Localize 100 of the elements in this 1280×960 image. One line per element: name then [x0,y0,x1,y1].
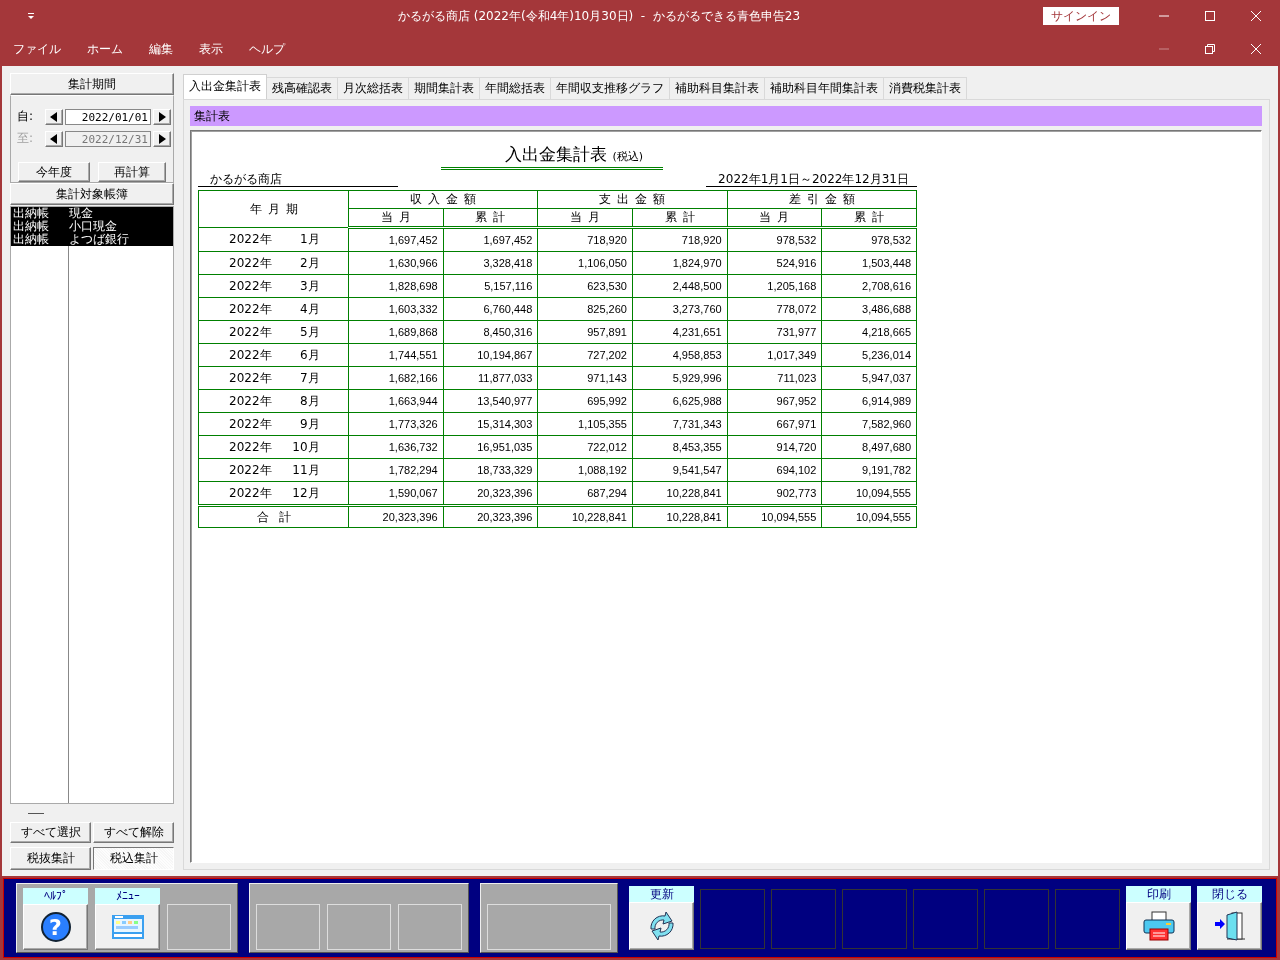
month-label: 4月 [298,300,320,318]
amount-cell: 10,094,555 [727,505,822,528]
select-button[interactable]: すべて選択 [10,822,91,843]
ledger-name: 現金 [69,207,93,220]
empty-key-slot [984,889,1049,949]
column-header: 当月 [727,208,822,228]
column-group-header: 差引金額 [727,190,917,209]
menu-item[interactable]: ホーム [74,40,136,58]
column-header: 累計 [821,208,917,228]
empty-key-slot [167,904,231,950]
close-icon[interactable] [1250,10,1262,22]
year-label: 2022年 [229,278,272,293]
amount-cell: 1,824,970 [632,251,728,275]
ledger-name: よつば銀行 [69,233,129,246]
company-name: かるがる商店 [198,172,398,187]
right-triangle-icon [158,111,166,122]
amount-cell: 4,218,665 [821,320,917,344]
tax-mode-toggle[interactable]: 税込集計 [93,847,174,870]
close-icon[interactable] [1250,43,1262,55]
exit-door-icon [1212,909,1247,943]
amount-cell: 1,106,050 [537,251,633,275]
empty-key-slot [256,904,320,950]
window-title: かるがる商店 (2022年(令和4年)10月30日) - かるがるできる青色申告23 [396,7,802,25]
section-bar: 集計表 [190,106,1262,126]
sign-in-button[interactable]: サインイン [1043,7,1119,25]
amount-cell: 694,102 [727,458,822,482]
year-label: 2022年 [229,347,272,362]
total-label: 合計 [198,505,349,528]
empty-key-slot [913,889,978,949]
amount-cell: 1,630,966 [348,251,444,275]
menu-item[interactable]: ヘルプ [236,40,298,58]
amount-cell: 10,194,867 [443,343,538,367]
amount-cell: 1,773,326 [348,412,444,436]
printer-icon [1141,910,1176,942]
next-button[interactable] [153,130,171,147]
menu-item[interactable]: ファイル [0,40,74,58]
left-triangle-icon [50,133,58,144]
amount-cell: 978,532 [727,227,822,252]
previous-button[interactable] [45,108,63,125]
date-label: 自: [16,108,35,125]
column-header: 年月期 [198,190,349,228]
amount-cell: 524,916 [727,251,822,275]
menu-item[interactable]: 編集 [136,40,186,58]
date-field[interactable]: 2022/01/01 [65,108,151,125]
menu-item[interactable]: 表示 [186,40,236,58]
amount-cell: 971,143 [537,366,633,390]
amount-cell: 1,697,452 [348,227,444,252]
amount-cell: 1,782,294 [348,458,444,482]
report-period: 2022年1月1日～2022年12月31日 [706,172,917,187]
date-field: 2022/12/31 [65,130,151,147]
ledger-row[interactable]: 出納帳 現金 [11,207,173,220]
period-button[interactable]: 今年度 [18,162,90,182]
amount-cell: 18,733,329 [443,458,538,482]
amount-cell: 6,760,448 [443,297,538,321]
amount-cell: 11,877,033 [443,366,538,390]
ledger-row[interactable]: 出納帳 小口現金 [11,220,173,233]
amount-cell: 711,023 [727,366,822,390]
month-label: 10月 [291,438,320,456]
amount-cell: 778,072 [727,297,822,321]
ledger-name: 小口現金 [69,220,117,233]
year-label: 2022年 [229,301,272,316]
period-header[interactable]: 集計期間 [10,73,174,95]
column-group-header: 収入金額 [348,190,538,209]
ledger-header[interactable]: 集計対象帳簿 [10,183,174,205]
year-label: 2022年 [229,416,272,431]
amount-cell: 731,977 [727,320,822,344]
amount-cell: 727,202 [537,343,633,367]
amount-cell: 3,273,760 [632,297,728,321]
restore-icon[interactable] [1204,43,1216,55]
amount-cell: 1,088,192 [537,458,633,482]
year-label: 2022年 [229,393,272,408]
amount-cell: 667,971 [727,412,822,436]
tax-mode-toggle[interactable]: 税抜集計 [10,847,91,870]
amount-cell: 1,636,732 [348,435,444,459]
select-button[interactable]: すべて解除 [93,822,174,843]
empty-key-slot [327,904,391,950]
right-triangle-icon [158,133,166,144]
amount-cell: 2,448,500 [632,274,728,298]
ledger-row[interactable]: 出納帳 よつば銀行 [11,233,173,246]
amount-cell: 3,486,688 [821,297,917,321]
previous-button[interactable] [45,130,63,147]
month-label: 11月 [291,461,320,479]
window-icon [110,913,145,941]
tab[interactable]: 消費税集計表 [883,77,967,99]
maximize-icon[interactable] [1204,10,1216,22]
dropdown-icon[interactable] [27,12,35,20]
year-label: 2022年 [229,255,272,270]
tab[interactable]: 入出金集計表 [183,74,267,99]
month-label: 9月 [298,415,320,433]
year-label: 2022年 [229,462,272,477]
month-label: 3月 [298,277,320,295]
next-button[interactable] [153,108,171,125]
amount-cell: 5,947,037 [821,366,917,390]
amount-cell: 1,682,166 [348,366,444,390]
amount-cell: 1,205,168 [727,274,822,298]
period-button[interactable]: 再計算 [98,162,166,182]
date-label: 至: [16,130,35,147]
amount-cell: 967,952 [727,389,822,413]
amount-cell: 722,012 [537,435,633,459]
amount-cell: 1,603,332 [348,297,444,321]
